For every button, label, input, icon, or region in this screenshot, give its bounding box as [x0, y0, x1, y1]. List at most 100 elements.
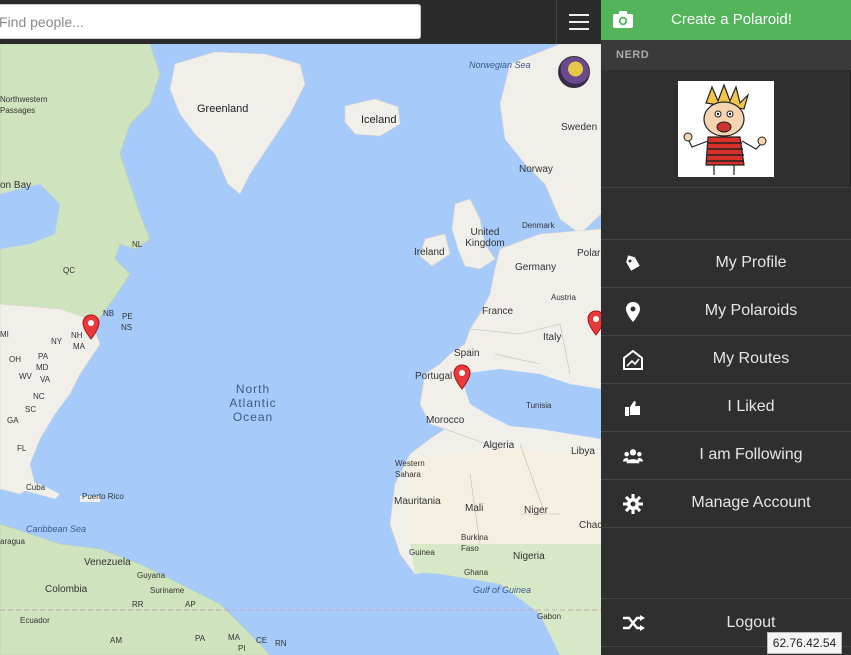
map-label-ecuador: Ecuador [20, 616, 50, 625]
map-label-portugal: Portugal [415, 371, 453, 382]
thumbs-up-icon [623, 398, 643, 418]
map-label-norway: Norway [519, 164, 553, 175]
map-label-qc: QC [63, 266, 75, 275]
search-input[interactable] [0, 4, 421, 39]
map-label-va: VA [40, 375, 51, 384]
sidebar-item-my-profile[interactable]: My Profile [601, 239, 851, 287]
menu-divider [601, 527, 851, 528]
map-label-pi: PI [238, 644, 246, 653]
map-label-western-sahara: Western Sahara [395, 459, 425, 479]
sidebar-item-label: I Liked [727, 398, 775, 415]
map-label-caribbean-sea: Caribbean Sea [26, 524, 87, 534]
map-label-rr: RR [132, 600, 144, 609]
map-label-spain: Spain [454, 348, 480, 359]
username-header: NERD [601, 40, 851, 70]
map-label-norwegian-sea: Norwegian Sea [469, 60, 531, 70]
map-label-north-atlantic-ocean: North Atlantic Ocean [229, 382, 277, 424]
gear-icon [623, 494, 643, 514]
top-bar [0, 0, 601, 44]
map-label-united-kingdom: United Kingdom [465, 227, 505, 249]
map-label-oh: OH [9, 355, 21, 364]
sidebar-item-label: My Routes [712, 350, 790, 367]
map-marker-icon[interactable] [587, 310, 601, 336]
world-map[interactable]: Norwegian Sea Northwestern Passages Gree… [0, 44, 601, 655]
map-label-gabon: Gabon [537, 612, 562, 621]
camera-icon [613, 11, 633, 28]
hamburger-icon-line [569, 21, 589, 23]
map-label-austria: Austria [551, 293, 576, 302]
map-marker-icon [623, 302, 643, 322]
map-label-puerto-rico: Puerto Rico [82, 492, 124, 501]
map-label-guyana: Guyana [137, 571, 166, 580]
map-label-algeria: Algeria [483, 440, 515, 451]
profile-photo[interactable] [678, 81, 774, 177]
map-label-nicaragua: aragua [0, 537, 25, 546]
map-label-hudson-bay: on Bay [0, 180, 32, 191]
map-label-ma-brazil: MA [228, 633, 240, 642]
map-label-rn: RN [275, 639, 287, 648]
map-marker-icon[interactable] [453, 364, 471, 390]
map-label-md: MD [36, 363, 49, 372]
map-label-nb: NB [103, 309, 115, 318]
sidebar-item-label: Manage Account [691, 494, 811, 511]
profile-photo-container [601, 70, 851, 188]
map-label-nigeria: Nigeria [513, 551, 545, 562]
sidebar-item-i-am-following[interactable]: I am Following [601, 431, 851, 479]
sidebar-item-manage-account[interactable]: Manage Account [601, 479, 851, 527]
map-label-pa-brazil: PA [195, 634, 206, 643]
map-label-nc: NC [33, 392, 45, 401]
map-label-germany: Germany [515, 262, 557, 273]
cartoon-avatar-image [678, 81, 774, 177]
map-label-suriname: Suriname [150, 586, 185, 595]
user-avatar-marker[interactable] [558, 56, 590, 88]
map-label-am: AM [110, 636, 122, 645]
map-label-ce: CE [256, 636, 268, 645]
map-label-italy: Italy [543, 332, 562, 343]
map-route-icon [623, 350, 643, 370]
map-label-guinea: Guinea [409, 548, 435, 557]
map-label-sc: SC [25, 405, 37, 414]
username: NERD [616, 49, 650, 61]
map-label-ga: GA [7, 416, 19, 425]
map-label-ns: NS [121, 323, 133, 332]
sidebar-item-my-routes[interactable]: My Routes [601, 335, 851, 383]
map-label-mali: Mali [465, 503, 484, 514]
map-label-colombia: Colombia [45, 584, 88, 595]
map-label-pa: PA [38, 352, 49, 361]
map-label-france: France [482, 306, 514, 317]
map-label-ireland: Ireland [414, 247, 445, 258]
sidebar-item-i-liked[interactable]: I Liked [601, 383, 851, 431]
logout-label: Logout [726, 614, 776, 631]
map-label-burkina-faso: Burkina Faso [461, 533, 489, 553]
sidebar-item-my-polaroids[interactable]: My Polaroids [601, 287, 851, 335]
sidebar-item-label: My Polaroids [704, 302, 798, 319]
sidebar-item-label: I am Following [699, 446, 803, 463]
map-label-morocco: Morocco [426, 415, 465, 426]
map-label-wv: WV [19, 372, 32, 381]
map-label-northwestern-passages: Northwestern Passages [0, 95, 48, 115]
sidebar: Create a Polaroid! NERD My Profile My Po… [601, 0, 851, 655]
map-label-libya: Libya [571, 446, 595, 457]
create-polaroid-button[interactable]: Create a Polaroid! [601, 0, 851, 40]
map-label-gulf-of-guinea: Gulf of Guinea [473, 585, 532, 595]
map-label-niger: Niger [524, 505, 548, 516]
ip-address-badge: 62.76.42.54 [767, 632, 842, 654]
map-label-ny: NY [51, 337, 63, 346]
map-label-nh: NH [71, 331, 83, 340]
shuffle-icon [623, 615, 645, 636]
map-label-cuba: Cuba [26, 483, 46, 492]
map-label-mauritania: Mauritania [394, 496, 441, 507]
map-label-iceland: Iceland [361, 114, 397, 126]
create-polaroid-label: Create a Polaroid! [671, 11, 792, 28]
map-label-tunisia: Tunisia [526, 401, 552, 410]
map-label-venezuela: Venezuela [84, 557, 131, 568]
map-label-greenland: Greenland [197, 103, 249, 115]
hamburger-icon-line [569, 28, 589, 30]
map-label-ap: AP [185, 600, 196, 609]
menu-toggle-button[interactable] [556, 0, 601, 44]
map-label-ma: MA [73, 342, 85, 351]
sidebar-menu: My Profile My Polaroids My Routes I Like… [601, 239, 851, 528]
map-label-pe: PE [122, 312, 133, 321]
map-label-fl: FL [17, 444, 27, 453]
map-marker-icon[interactable] [82, 314, 100, 340]
